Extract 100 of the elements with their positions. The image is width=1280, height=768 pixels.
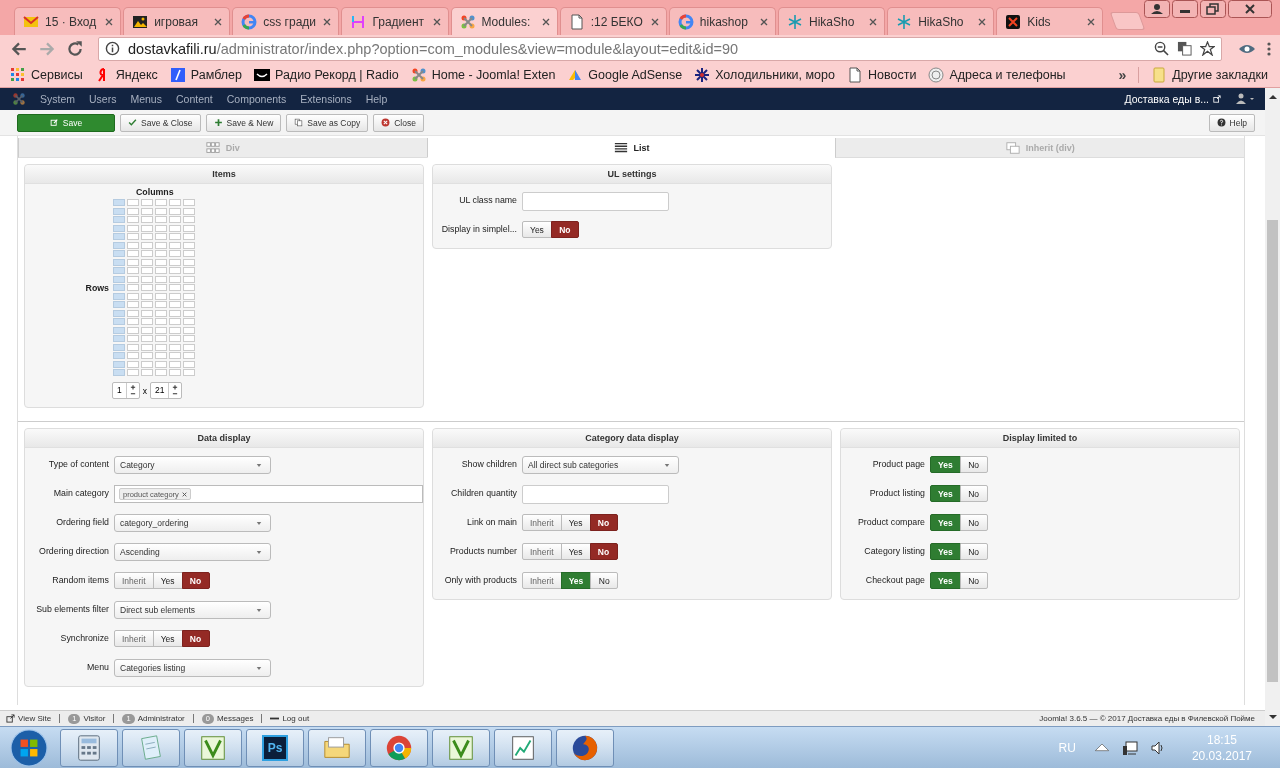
reload-button[interactable] <box>66 39 84 58</box>
dropdown[interactable]: All direct sub categories <box>522 456 679 474</box>
browser-tab[interactable]: :12 БЕКО <box>559 7 667 35</box>
menu-item[interactable]: Users <box>89 93 117 105</box>
remove-icon[interactable] <box>181 491 187 497</box>
status-link[interactable]: View Site <box>6 714 52 723</box>
browser-tab[interactable]: Modules: <box>450 7 558 35</box>
input-field[interactable] <box>522 485 669 504</box>
toggle-option[interactable]: Yes <box>930 456 961 473</box>
speaker-icon[interactable] <box>1149 739 1166 756</box>
menu-item[interactable]: Help <box>365 93 388 105</box>
toggle-option[interactable]: Inherit <box>522 514 562 531</box>
number-field[interactable]: 21 <box>150 382 183 399</box>
minimize-button[interactable] <box>1172 0 1198 18</box>
toggle-option[interactable]: No <box>959 456 988 473</box>
save-button[interactable]: Save <box>17 113 115 132</box>
dropdown[interactable]: Direct sub elements <box>114 601 271 619</box>
toggle-option[interactable]: No <box>959 543 988 560</box>
toggle-option[interactable]: No <box>589 543 618 560</box>
restore-button[interactable] <box>1200 0 1226 18</box>
browser-tab[interactable]: hikashop <box>668 7 776 35</box>
toggle-option[interactable]: Yes <box>522 221 552 238</box>
browser-tab[interactable]: css гради <box>232 7 340 35</box>
dropdown[interactable]: Categories listing <box>114 659 271 677</box>
scroll-up-arrow[interactable] <box>1267 92 1278 102</box>
profile-button[interactable] <box>1144 0 1170 18</box>
browser-tab[interactable]: Градиент <box>341 7 449 35</box>
toggle-option[interactable]: No <box>959 572 988 589</box>
close-icon[interactable] <box>104 16 115 27</box>
bookmark[interactable]: Холодильники, моро <box>694 66 835 83</box>
bookmark[interactable]: Google AdSense <box>567 66 683 83</box>
address-field[interactable]: dostavkafili.ru/administrator/index.php?option=com_modules&view=module&layout=edit&id=90 <box>98 36 1222 61</box>
bookmark[interactable]: Home - Joomla! Exten <box>410 66 556 83</box>
more-bookmarks-button[interactable]: » <box>1118 66 1127 83</box>
toggle-option[interactable]: Yes <box>930 485 961 502</box>
toggle-option[interactable]: Yes <box>560 543 591 560</box>
scrollbar[interactable] <box>1265 88 1280 726</box>
menu-item[interactable]: Extensions <box>300 93 352 105</box>
bookmark-folder[interactable]: Другие закладки <box>1138 66 1268 83</box>
star-icon[interactable] <box>1200 41 1215 56</box>
browser-tab[interactable]: HikaSho <box>778 7 886 35</box>
browser-tab[interactable]: игровая <box>123 7 231 35</box>
browser-tab[interactable]: HikaSho <box>887 7 995 35</box>
taskbar-button[interactable] <box>556 728 614 767</box>
close-icon[interactable] <box>649 16 660 27</box>
dropdown[interactable]: category_ordering <box>114 514 271 532</box>
network-icon[interactable] <box>1121 739 1138 756</box>
toolbar-button[interactable]: Save & Close <box>120 113 201 132</box>
input-field[interactable] <box>522 192 669 211</box>
toggle-option[interactable]: Yes <box>930 572 961 589</box>
toggle-option[interactable]: No <box>959 485 988 502</box>
status-link[interactable]: Log out <box>270 714 310 723</box>
dropdown[interactable]: Ascending <box>114 543 271 561</box>
user-menu-icon[interactable] <box>1235 93 1255 105</box>
bookmark[interactable]: Сервисы <box>10 66 83 83</box>
taskbar-button[interactable] <box>494 728 552 767</box>
toggle-option[interactable]: No <box>181 630 210 647</box>
site-link[interactable]: Доставка еды в... <box>1124 93 1221 105</box>
toggle-option[interactable]: Yes <box>152 572 183 589</box>
toggle-option[interactable]: Inherit <box>522 543 562 560</box>
browser-tab[interactable]: 15 · Вход <box>14 7 122 35</box>
toolbar-button[interactable]: Close <box>373 113 424 132</box>
taskbar-button[interactable] <box>432 728 490 767</box>
bookmark[interactable]: Радио Рекорд | Radio <box>253 66 399 83</box>
taskbar-button[interactable]: Ps <box>246 728 304 767</box>
close-button[interactable] <box>1228 0 1272 18</box>
toggle-option[interactable]: Inherit <box>522 572 562 589</box>
browser-tab[interactable]: Kids <box>996 7 1104 35</box>
close-icon[interactable] <box>322 16 333 27</box>
menu-item[interactable]: Components <box>226 93 287 105</box>
bookmark[interactable]: Новости <box>847 66 917 83</box>
toggle-option[interactable]: No <box>959 514 988 531</box>
toggle-option[interactable]: No <box>181 572 210 589</box>
translate-icon[interactable] <box>1177 41 1192 56</box>
zoom-out-icon[interactable] <box>1154 41 1169 56</box>
help-button[interactable]: Help <box>1208 113 1255 132</box>
close-icon[interactable] <box>431 16 442 27</box>
toggle-option[interactable]: Inherit <box>114 630 154 647</box>
scroll-down-arrow[interactable] <box>1267 712 1278 722</box>
taskbar-button[interactable] <box>308 728 366 767</box>
dropdown[interactable]: Category <box>114 456 271 474</box>
close-icon[interactable] <box>759 16 769 27</box>
menu-item[interactable]: System <box>40 93 75 105</box>
toggle-option[interactable]: No <box>589 514 618 531</box>
close-icon[interactable] <box>977 16 988 27</box>
close-icon[interactable] <box>868 16 879 27</box>
toggle-option[interactable]: Yes <box>152 630 183 647</box>
toolbar-button[interactable]: Save as Copy <box>286 113 369 132</box>
menu-item[interactable]: Content <box>175 93 213 105</box>
taskbar-button[interactable] <box>184 728 242 767</box>
scrollbar-thumb[interactable] <box>1267 220 1278 682</box>
close-icon[interactable] <box>540 16 551 27</box>
bookmark[interactable]: Адреса и телефоны <box>928 66 1066 83</box>
menu-item[interactable]: Menus <box>130 93 162 105</box>
taskbar-button[interactable] <box>60 728 118 767</box>
toggle-option[interactable]: Yes <box>930 543 961 560</box>
bookmark[interactable]: Яндекс <box>94 66 158 83</box>
bookmark[interactable]: Рамблер <box>169 66 242 83</box>
start-button[interactable] <box>10 728 48 767</box>
taskbar-button[interactable] <box>370 728 428 767</box>
